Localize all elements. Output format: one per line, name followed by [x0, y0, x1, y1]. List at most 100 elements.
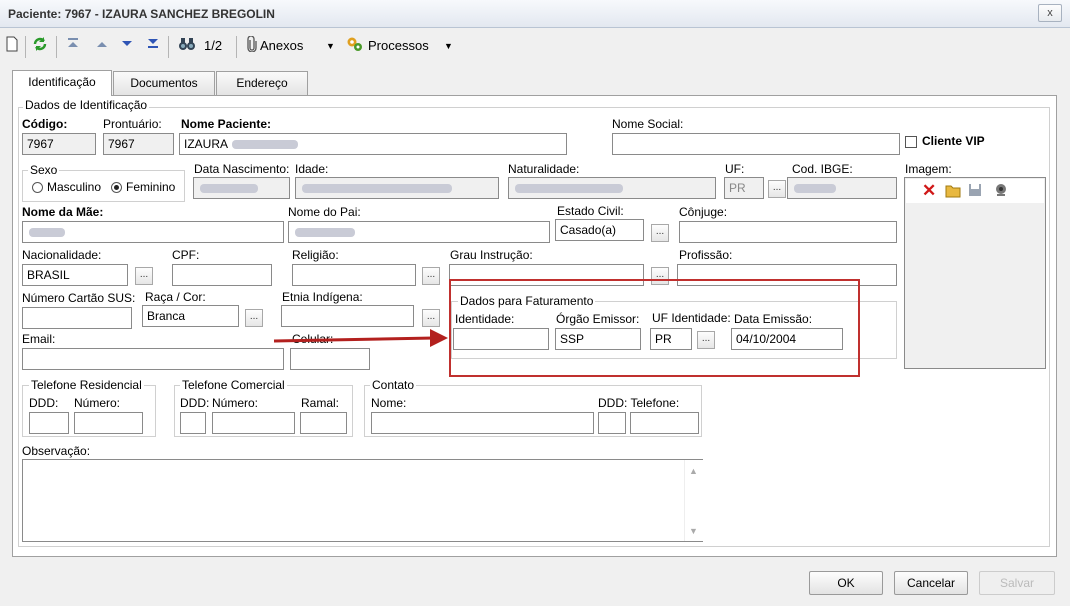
- telefone-comercial-title: Telefone Comercial: [180, 378, 287, 392]
- previous-record-icon[interactable]: [96, 36, 108, 56]
- nome-paciente-field[interactable]: IZAURA: [179, 133, 567, 155]
- cod-ibge-field[interactable]: [787, 177, 897, 199]
- nome-mae-label: Nome da Mãe:: [22, 205, 104, 219]
- orgao-emissor-label: Órgão Emissor:: [556, 312, 640, 326]
- feminino-radio[interactable]: [111, 182, 122, 193]
- data-nascimento-field[interactable]: [193, 177, 290, 199]
- data-emissao-field[interactable]: [731, 328, 843, 350]
- prontuario-field[interactable]: [103, 133, 174, 155]
- attachments-menu[interactable]: Anexos: [260, 36, 303, 56]
- processes-menu[interactable]: Processos: [368, 36, 429, 56]
- cancel-button[interactable]: Cancelar: [894, 571, 968, 595]
- close-button[interactable]: x: [1038, 4, 1062, 22]
- profissao-field[interactable]: [677, 264, 897, 286]
- tel-com-ddd-label: DDD:: [180, 396, 210, 410]
- imagem-label: Imagem:: [905, 162, 952, 176]
- scroll-up-icon[interactable]: ▲: [689, 466, 698, 476]
- cliente-vip-checkbox[interactable]: [905, 136, 917, 148]
- tel-res-numero-field[interactable]: [74, 412, 143, 434]
- data-nascimento-label: Data Nascimento:: [194, 162, 290, 176]
- observacao-textarea[interactable]: ▲ ▼: [22, 459, 703, 542]
- patient-image-box[interactable]: ✕: [904, 177, 1046, 369]
- contato-telefone-field[interactable]: [630, 412, 699, 434]
- open-folder-icon[interactable]: [945, 183, 962, 201]
- etnia-indigena-field[interactable]: [281, 305, 414, 327]
- contato-telefone-label: DDD: Telefone:: [598, 396, 680, 410]
- cartao-sus-field[interactable]: [22, 307, 132, 329]
- tel-res-ddd-label: DDD:: [29, 396, 59, 410]
- tel-com-ramal-field[interactable]: [300, 412, 347, 434]
- refresh-icon[interactable]: [32, 36, 48, 56]
- contato-nome-label: Nome:: [371, 396, 407, 410]
- first-record-icon[interactable]: [66, 36, 80, 56]
- redacted-text: [232, 140, 298, 149]
- profissao-label: Profissão:: [679, 248, 733, 262]
- redacted-text: [302, 184, 452, 193]
- contato-title: Contato: [370, 378, 417, 392]
- grau-instrucao-label: Grau Instrução:: [450, 248, 533, 262]
- nome-paciente-label: Nome Paciente:: [181, 117, 272, 131]
- codigo-field[interactable]: [22, 133, 96, 155]
- naturalidade-field[interactable]: [508, 177, 716, 199]
- new-document-icon[interactable]: [6, 36, 18, 56]
- religiao-lookup-button[interactable]: ...: [422, 267, 440, 285]
- delete-icon[interactable]: ✕: [922, 182, 936, 200]
- raca-cor-lookup-button[interactable]: ...: [245, 309, 263, 327]
- cpf-label: CPF:: [172, 248, 200, 262]
- uf-identidade-lookup-button[interactable]: ...: [697, 331, 715, 349]
- conjuge-field[interactable]: [679, 221, 897, 243]
- observacao-scrollbar[interactable]: ▲ ▼: [684, 460, 703, 541]
- tel-res-ddd-field[interactable]: [29, 412, 69, 434]
- save-button[interactable]: Salvar: [979, 571, 1055, 595]
- email-field[interactable]: [22, 348, 284, 370]
- identification-section-title: Dados de Identificação: [23, 98, 150, 112]
- orgao-emissor-field[interactable]: [555, 328, 641, 350]
- data-emissao-label: Data Emissão:: [734, 312, 813, 326]
- tab-identificacao[interactable]: Identificação: [12, 70, 112, 96]
- masculino-radio[interactable]: [32, 182, 43, 193]
- nome-pai-field[interactable]: [288, 221, 550, 243]
- chevron-down-icon[interactable]: ▼: [326, 36, 335, 56]
- redacted-text: [295, 228, 355, 237]
- cliente-vip-label: Cliente VIP: [922, 134, 985, 148]
- religiao-field[interactable]: [292, 264, 416, 286]
- redacted-text: [794, 184, 836, 193]
- raca-cor-field[interactable]: [142, 305, 239, 327]
- tab-endereco[interactable]: Endereço: [216, 71, 308, 95]
- scroll-down-icon[interactable]: ▼: [689, 526, 698, 536]
- feminino-label: Feminino: [126, 180, 176, 194]
- uf-identidade-label: UF Identidade:: [652, 311, 731, 325]
- estado-civil-lookup-button[interactable]: ...: [651, 224, 669, 242]
- nome-social-field[interactable]: [612, 133, 900, 155]
- webcam-icon[interactable]: [994, 183, 1008, 200]
- grau-instrucao-field[interactable]: [449, 264, 644, 286]
- cod-ibge-label: Cod. IBGE:: [792, 162, 853, 176]
- tel-res-numero-label: Número:: [74, 396, 121, 410]
- chevron-down-icon[interactable]: ▼: [444, 36, 453, 56]
- nacionalidade-field[interactable]: [22, 264, 128, 286]
- last-record-icon[interactable]: [146, 36, 160, 56]
- uf-field[interactable]: [724, 177, 764, 199]
- uf-identidade-field[interactable]: [650, 328, 692, 350]
- nome-mae-field[interactable]: [22, 221, 284, 243]
- contato-nome-field[interactable]: [371, 412, 594, 434]
- email-label: Email:: [22, 332, 56, 346]
- sexo-label: Sexo: [28, 163, 60, 177]
- nacionalidade-lookup-button[interactable]: ...: [135, 267, 153, 285]
- billing-section-title: Dados para Faturamento: [458, 294, 596, 308]
- contato-ddd-field[interactable]: [598, 412, 626, 434]
- tel-com-ddd-field[interactable]: [180, 412, 206, 434]
- grau-instrucao-lookup-button[interactable]: ...: [651, 267, 669, 285]
- cartao-sus-label: Número Cartão SUS:: [22, 291, 136, 305]
- cpf-field[interactable]: [172, 264, 272, 286]
- binoculars-icon[interactable]: [178, 36, 196, 56]
- uf-lookup-button[interactable]: ...: [768, 180, 786, 198]
- tel-com-numero-field[interactable]: [212, 412, 295, 434]
- idade-field[interactable]: [295, 177, 499, 199]
- estado-civil-field[interactable]: [555, 219, 644, 241]
- ok-button[interactable]: OK: [809, 571, 883, 595]
- next-record-icon[interactable]: [121, 36, 133, 56]
- save-disk-icon[interactable]: [968, 183, 982, 200]
- redacted-text: [29, 228, 65, 237]
- tab-documentos[interactable]: Documentos: [113, 71, 215, 95]
